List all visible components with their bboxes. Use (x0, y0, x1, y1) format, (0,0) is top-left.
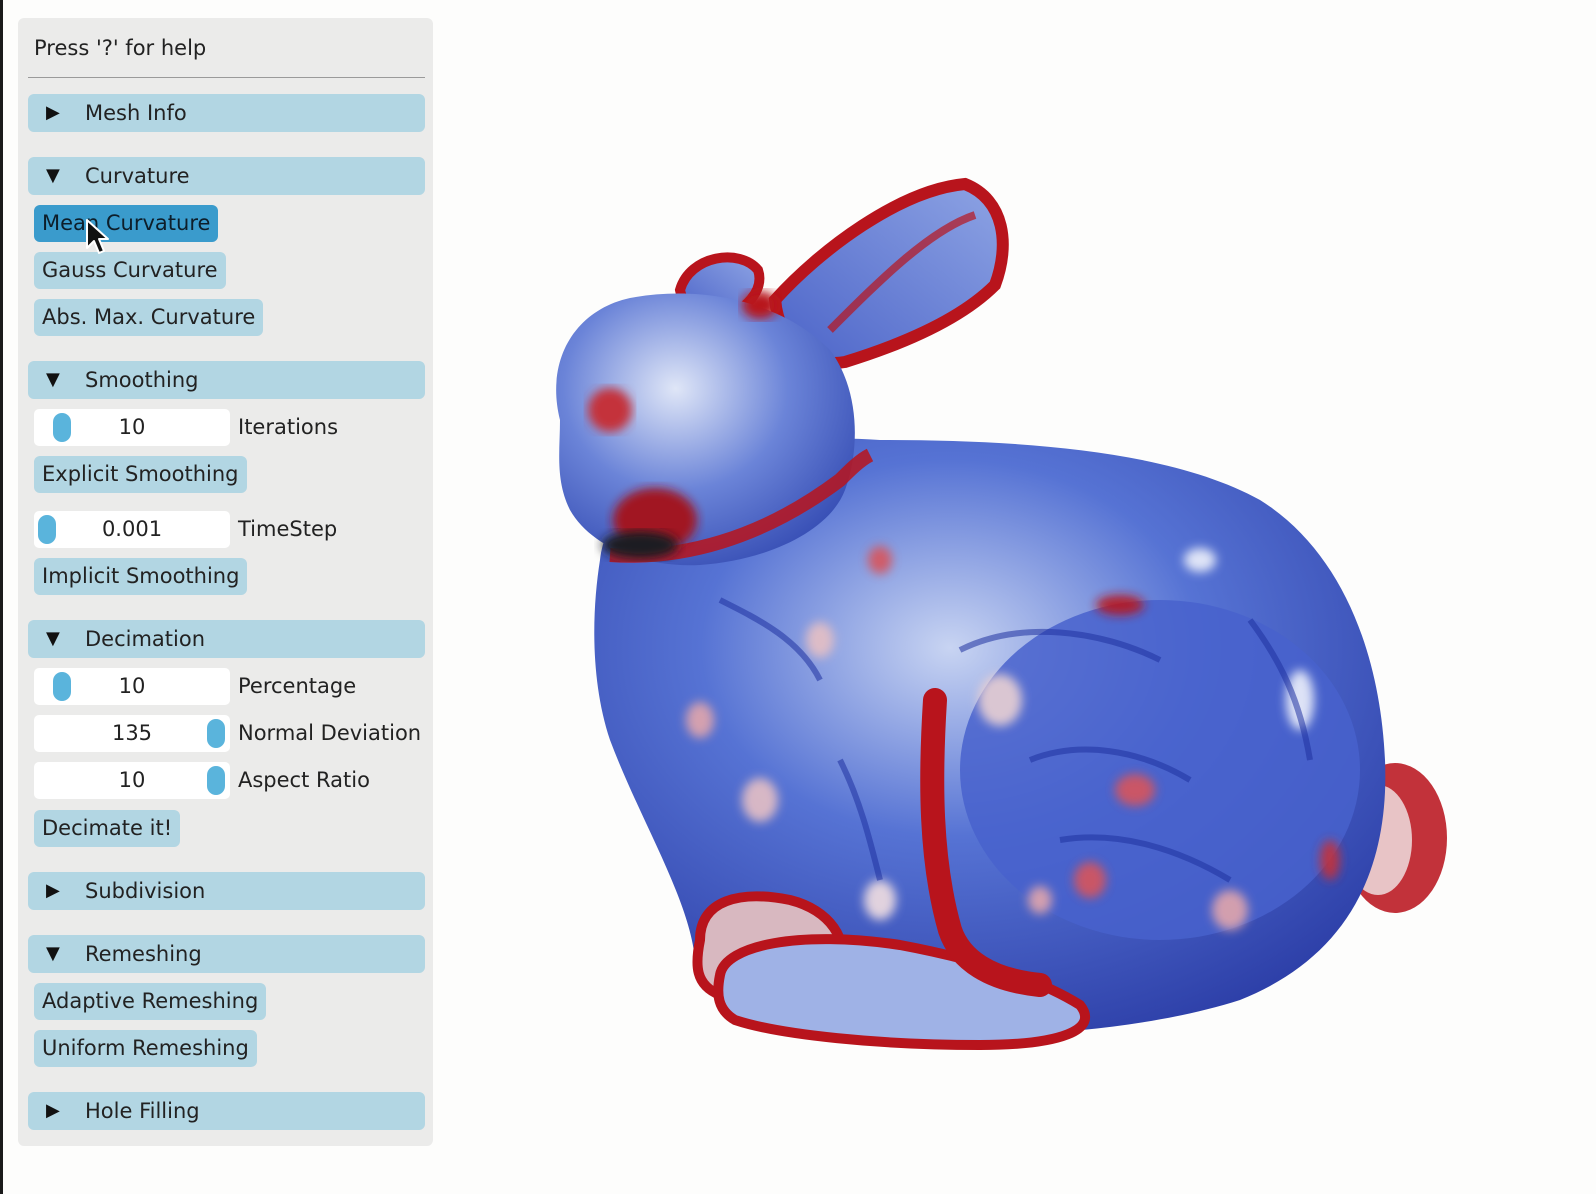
section-curvature[interactable]: ▼ Curvature (28, 157, 425, 195)
collapsed-arrow-icon: ▶ (46, 880, 60, 901)
normal-deviation-slider[interactable]: 135 (34, 715, 230, 752)
control-panel: Press '?' for help ▶ Mesh Info ▼ Curvatu… (18, 18, 433, 1146)
section-label: Smoothing (85, 368, 199, 392)
slider-value: 10 (118, 768, 146, 792)
section-mesh-info[interactable]: ▶ Mesh Info (28, 94, 425, 132)
collapsed-arrow-icon: ▶ (46, 102, 60, 123)
section-label: Curvature (85, 164, 190, 188)
aspect-ratio-slider[interactable]: 10 (34, 762, 230, 799)
slider-value: 135 (111, 721, 153, 745)
expanded-arrow-icon: ▼ (46, 628, 60, 649)
section-label: Hole Filling (85, 1099, 200, 1123)
expanded-arrow-icon: ▼ (46, 943, 60, 964)
percentage-label: Percentage (238, 674, 357, 698)
section-subdivision[interactable]: ▶ Subdivision (28, 872, 425, 910)
section-label: Remeshing (85, 942, 202, 966)
slider-value: 10 (118, 674, 146, 698)
timestep-slider[interactable]: 0.001 (34, 511, 230, 548)
percentage-slider[interactable]: 10 (34, 668, 230, 705)
section-hole-filling[interactable]: ▶ Hole Filling (28, 1092, 425, 1130)
help-hint: Press '?' for help (34, 36, 207, 60)
slider-value: 0.001 (101, 517, 163, 541)
aspect-ratio-label: Aspect Ratio (238, 768, 370, 792)
section-smoothing[interactable]: ▼ Smoothing (28, 361, 425, 399)
section-label: Decimation (85, 627, 206, 651)
timestep-label: TimeStep (238, 517, 338, 541)
section-label: Mesh Info (85, 101, 187, 125)
section-label: Subdivision (85, 879, 206, 903)
3d-viewport[interactable] (440, 0, 1596, 1194)
iterations-slider[interactable]: 10 (34, 409, 230, 446)
iterations-label: Iterations (238, 415, 339, 439)
expanded-arrow-icon: ▼ (46, 165, 60, 186)
expanded-arrow-icon: ▼ (46, 369, 60, 390)
abs-max-curvature-button[interactable]: Abs. Max. Curvature (34, 299, 264, 336)
separator (28, 77, 425, 78)
adaptive-remeshing-button[interactable]: Adaptive Remeshing (34, 983, 267, 1020)
pointer-cursor-icon (86, 219, 109, 254)
window-frame-edge (0, 0, 3, 1194)
section-decimation[interactable]: ▼ Decimation (28, 620, 425, 658)
uniform-remeshing-button[interactable]: Uniform Remeshing (34, 1030, 257, 1067)
mean-curvature-button[interactable]: Mean Curvature (34, 205, 219, 242)
explicit-smoothing-button[interactable]: Explicit Smoothing (34, 456, 247, 493)
slider-value: 10 (118, 415, 146, 439)
section-remeshing[interactable]: ▼ Remeshing (28, 935, 425, 973)
collapsed-arrow-icon: ▶ (46, 1100, 60, 1121)
decimate-button[interactable]: Decimate it! (34, 810, 181, 847)
bunny-mesh[interactable] (556, 177, 1447, 1051)
implicit-smoothing-button[interactable]: Implicit Smoothing (34, 558, 248, 595)
normal-deviation-label: Normal Deviation (238, 721, 422, 745)
gauss-curvature-button[interactable]: Gauss Curvature (34, 252, 226, 289)
